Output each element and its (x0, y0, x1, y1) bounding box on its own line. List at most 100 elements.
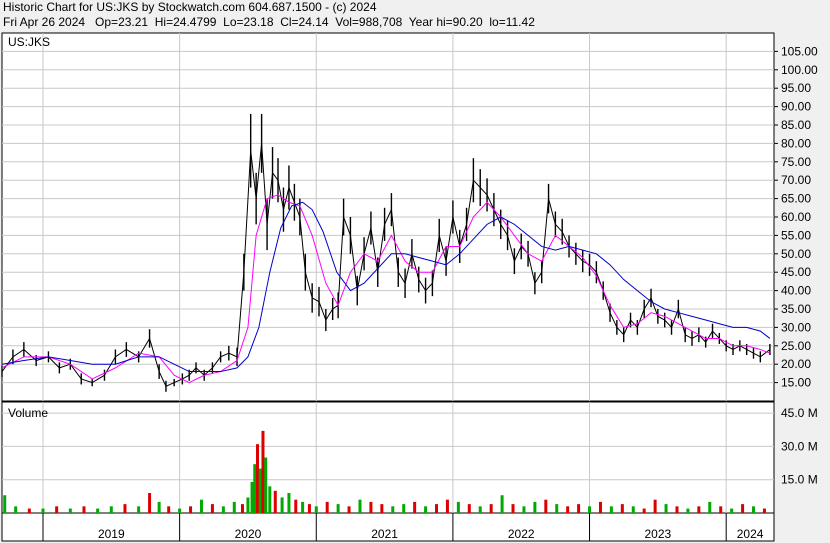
volume-bar (609, 506, 613, 513)
price-tick-label: 80.00 (781, 136, 811, 150)
date-tick-label: 2022 (508, 527, 535, 541)
volume-bar (189, 506, 193, 513)
price-tick-label: 105.00 (781, 44, 818, 58)
volume-bar (719, 506, 723, 513)
volume-bar (380, 504, 384, 513)
price-tick-label: 75.00 (781, 155, 811, 169)
volume-bar (96, 508, 100, 513)
volume-bar (246, 497, 250, 513)
date-tick-label: 2024 (737, 527, 764, 541)
volume-bar (478, 506, 482, 513)
volume-bar (697, 506, 701, 513)
volume-bar (250, 481, 254, 513)
volume-bar (675, 506, 679, 513)
volume-bar (762, 508, 766, 513)
volume-bar (336, 504, 340, 513)
volume-bar (287, 493, 291, 513)
price-tick-label: 40.00 (781, 284, 811, 298)
volume-bar (199, 499, 203, 513)
volume-bar (653, 499, 657, 513)
volume-bar (221, 506, 225, 513)
price-tick-label: 55.00 (781, 228, 811, 242)
volume-label: Volume (8, 406, 48, 420)
volume-bar (314, 506, 318, 513)
volume-bar (109, 506, 113, 513)
price-y-axis: 105.00 100.00 95.00 90.00 85.00 80.00 75.00 70.… (774, 44, 818, 390)
volume-bar (294, 499, 298, 513)
volume-bar (55, 506, 59, 513)
price-tick-label: 35.00 (781, 302, 811, 316)
price-tick-label: 20.00 (781, 357, 811, 371)
volume-bar (413, 501, 417, 513)
volume-bar (27, 508, 31, 513)
volume-bar (167, 506, 171, 513)
volume-bar (14, 506, 18, 513)
volume-bar (307, 504, 311, 513)
price-tick-label: 85.00 (781, 118, 811, 132)
price-tick-label: 95.00 (781, 81, 811, 95)
volume-bar (741, 504, 745, 513)
volume-bar (261, 430, 265, 513)
volume-bar (402, 504, 406, 513)
volume-bar (68, 508, 72, 513)
volume-bar (577, 504, 581, 513)
volume-bar (41, 508, 45, 513)
volume-bar (686, 508, 690, 513)
date-tick-label: 2019 (98, 527, 125, 541)
volume-bar (500, 495, 504, 513)
volume-bar (3, 495, 7, 513)
price-tick-label: 100.00 (781, 63, 818, 77)
volume-tick-label: 30.0 M (781, 439, 818, 453)
volume-bar (273, 490, 277, 513)
volume-bar (268, 486, 272, 513)
volume-bar (566, 506, 570, 513)
volume-bar (264, 457, 268, 513)
price-tick-label: 60.00 (781, 210, 811, 224)
price-tick-label: 90.00 (781, 100, 811, 114)
date-tick-label: 2021 (371, 527, 398, 541)
volume-bar (391, 506, 395, 513)
volume-bar (631, 506, 635, 513)
stock-chart: 105.00 100.00 95.00 90.00 85.00 80.00 75.00 70.… (1, 32, 818, 542)
volume-bar (240, 504, 244, 513)
symbol-label: US:JKS (8, 35, 50, 49)
volume-bar (256, 444, 260, 513)
volume-bar (620, 504, 624, 513)
volume-bar (445, 499, 449, 513)
volume-bar (456, 501, 460, 513)
volume-y-axis: 45.0 M 30.0 M 15.0 M (781, 406, 818, 487)
volume-bar (157, 501, 161, 513)
volume-tick-label: 15.0 M (781, 473, 818, 487)
volume-bar (467, 504, 471, 513)
volume-bar (522, 506, 526, 513)
volume-bar (232, 501, 236, 513)
volume-bar (642, 508, 646, 513)
date-tick-label: 2020 (235, 527, 262, 541)
volume-bar (178, 508, 182, 513)
volume-bar (325, 501, 329, 513)
volume-bar (730, 508, 734, 513)
volume-panel (1, 401, 775, 514)
volume-bar (752, 506, 756, 513)
volume-bar (148, 493, 152, 513)
volume-bar (588, 506, 592, 513)
volume-bar (82, 506, 86, 513)
price-tick-label: 45.00 (781, 265, 811, 279)
volume-bar (347, 506, 351, 513)
volume-bar (533, 501, 537, 513)
header-quote: Fri Apr 26 2024 Op=23.21 Hi=24.4799 Lo=2… (3, 15, 535, 29)
volume-bar (555, 504, 559, 513)
volume-bar (137, 506, 141, 513)
price-tick-label: 70.00 (781, 173, 811, 187)
date-tick-label: 2023 (645, 527, 672, 541)
volume-bar (544, 499, 548, 513)
volume-bar (708, 501, 712, 513)
volume-bar (210, 504, 214, 513)
price-tick-label: 50.00 (781, 247, 811, 261)
volume-bar (424, 506, 428, 513)
volume-bar (511, 504, 515, 513)
volume-bar (435, 504, 439, 513)
volume-bar (358, 499, 362, 513)
volume-bar (301, 501, 305, 513)
volume-bar (258, 468, 262, 513)
